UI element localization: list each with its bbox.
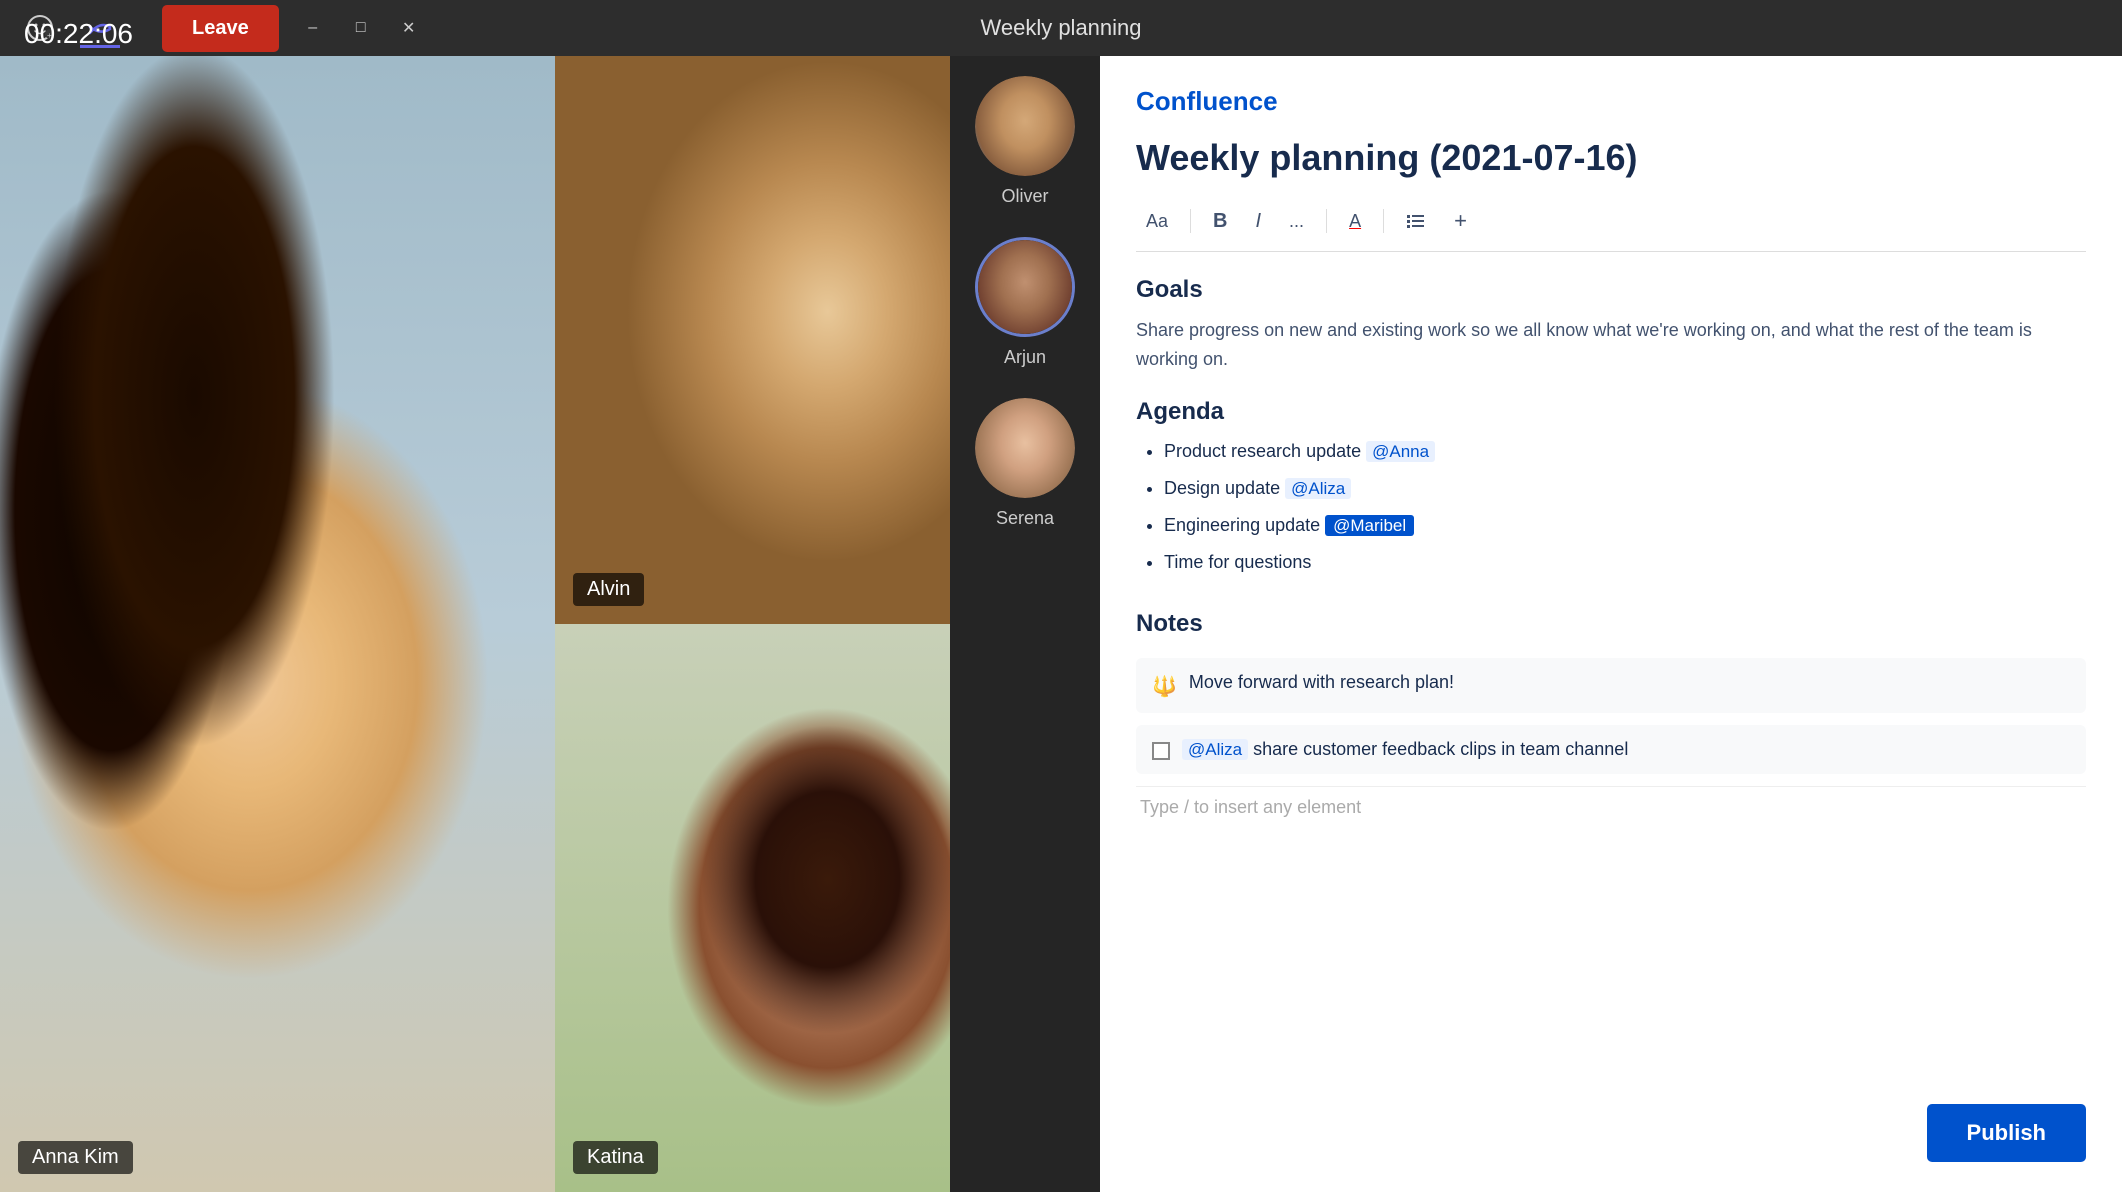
toolbar-sep-2 xyxy=(1326,209,1327,233)
agenda-item-2-mention[interactable]: @Aliza xyxy=(1285,478,1351,499)
toolbar-sep-1 xyxy=(1190,209,1191,233)
participant-arjun: Arjun xyxy=(975,237,1075,368)
note-item-1: 🔱 Move forward with research plan! xyxy=(1136,658,2086,713)
list-button[interactable] xyxy=(1396,206,1436,236)
agenda-item-2-text: Design update xyxy=(1164,478,1285,498)
editor-toolbar: Aa B I ... A + xyxy=(1136,203,2086,252)
notes-heading: Notes xyxy=(1136,610,2086,638)
video-area: Anna Kim Alvin Katina Oliver xyxy=(0,56,1100,1192)
publish-button[interactable]: Publish xyxy=(1927,1104,2086,1162)
leave-button[interactable]: Leave xyxy=(162,5,279,52)
alvin-label: Alvin xyxy=(573,573,644,606)
agenda-item-3: Engineering update @Maribel xyxy=(1164,512,2086,539)
close-button[interactable]: ✕ xyxy=(395,14,423,42)
agenda-item-1: Product research update @Anna xyxy=(1164,438,2086,465)
research-icon: 🔱 xyxy=(1152,674,1177,699)
doc-title: Weekly planning (2021-07-16) xyxy=(1136,137,2086,179)
more-formatting-button[interactable]: ... xyxy=(1279,206,1314,237)
agenda-item-4: Time for questions xyxy=(1164,549,2086,576)
agenda-item-2: Design update @Aliza xyxy=(1164,475,2086,502)
italic-button[interactable]: I xyxy=(1245,205,1271,238)
window-title: Weekly planning xyxy=(980,15,1141,41)
avatar-arjun xyxy=(975,237,1075,337)
video-anna: Anna Kim xyxy=(0,56,555,1192)
participant-serena: Serena xyxy=(975,398,1075,529)
agenda-item-3-text: Engineering update xyxy=(1164,515,1325,535)
note-item-2: @Aliza share customer feedback clips in … xyxy=(1136,725,2086,774)
note-2-body: share customer feedback clips in team ch… xyxy=(1253,739,1628,759)
agenda-heading: Agenda xyxy=(1136,398,2086,426)
call-timer: 00:22:06 xyxy=(24,18,133,50)
confluence-panel: Confluence Weekly planning (2021-07-16) … xyxy=(1100,56,2122,1192)
minimize-button[interactable]: – xyxy=(299,14,327,42)
agenda-item-3-mention[interactable]: @Maribel xyxy=(1325,515,1414,536)
agenda-item-1-text: Product research update xyxy=(1164,441,1366,461)
participant-oliver: Oliver xyxy=(975,76,1075,207)
anna-video-feed xyxy=(0,56,555,1192)
participant-name-oliver: Oliver xyxy=(1001,186,1048,207)
avatar-serena xyxy=(975,398,1075,498)
goals-heading: Goals xyxy=(1136,276,2086,304)
confluence-app-name: Confluence xyxy=(1136,86,2086,117)
title-bar: 00:22:06 Weekly planning + Leave – □ ✕ xyxy=(0,0,2122,56)
publish-area: Publish xyxy=(1136,1084,2086,1162)
participant-name-arjun: Arjun xyxy=(1004,347,1046,368)
katina-label: Katina xyxy=(573,1141,658,1174)
maximize-button[interactable]: □ xyxy=(347,14,375,42)
toolbar-sep-3 xyxy=(1383,209,1384,233)
anna-label: Anna Kim xyxy=(18,1141,133,1174)
bold-button[interactable]: B xyxy=(1203,205,1237,238)
font-size-button[interactable]: Aa xyxy=(1136,206,1178,237)
main-content: Anna Kim Alvin Katina Oliver xyxy=(0,56,2122,1192)
text-color-button[interactable]: A xyxy=(1339,206,1371,237)
editor-input-placeholder[interactable]: Type / to insert any element xyxy=(1136,786,2086,828)
agenda-item-4-text: Time for questions xyxy=(1164,552,1311,572)
note-2-mention[interactable]: @Aliza xyxy=(1182,739,1248,760)
avatar-oliver xyxy=(975,76,1075,176)
note-2-text: @Aliza share customer feedback clips in … xyxy=(1182,739,1628,760)
agenda-item-1-mention[interactable]: @Anna xyxy=(1366,441,1435,462)
insert-button[interactable]: + xyxy=(1444,203,1477,239)
note-1-text: Move forward with research plan! xyxy=(1189,672,1454,693)
note-2-checkbox[interactable] xyxy=(1152,742,1170,760)
participants-sidebar: Oliver Arjun Serena xyxy=(950,56,1100,1192)
goals-text: Share progress on new and existing work … xyxy=(1136,316,2086,374)
agenda-list: Product research update @Anna Design upd… xyxy=(1136,438,2086,586)
participant-name-serena: Serena xyxy=(996,508,1054,529)
